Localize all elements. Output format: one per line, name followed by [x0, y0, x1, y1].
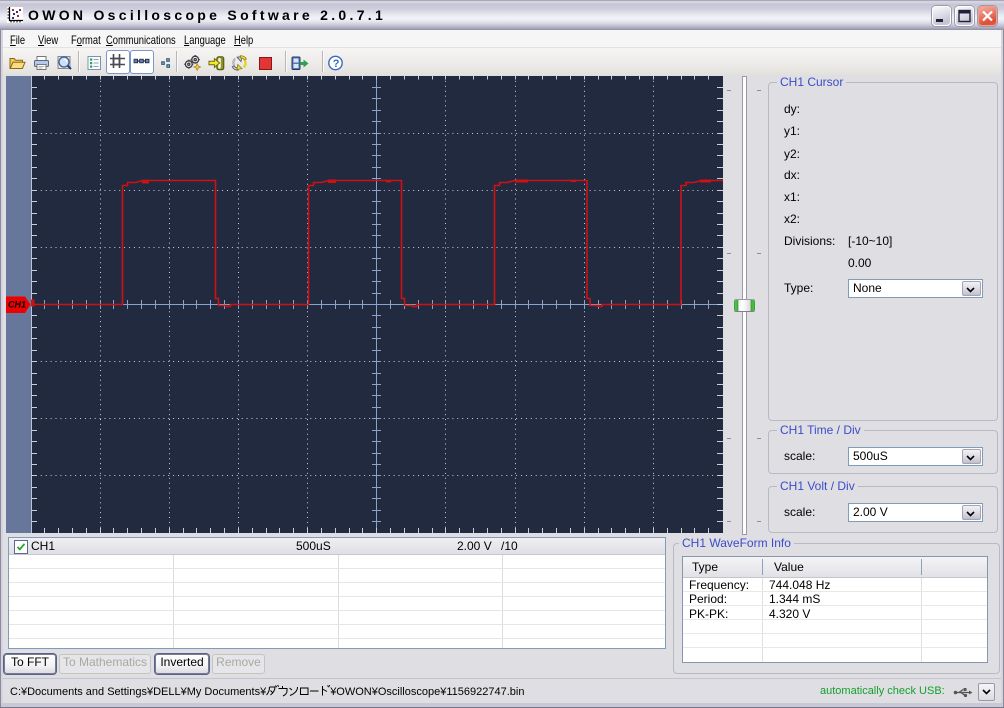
svg-text:CH1: CH1	[8, 300, 26, 310]
svg-text:?: ?	[333, 58, 340, 70]
